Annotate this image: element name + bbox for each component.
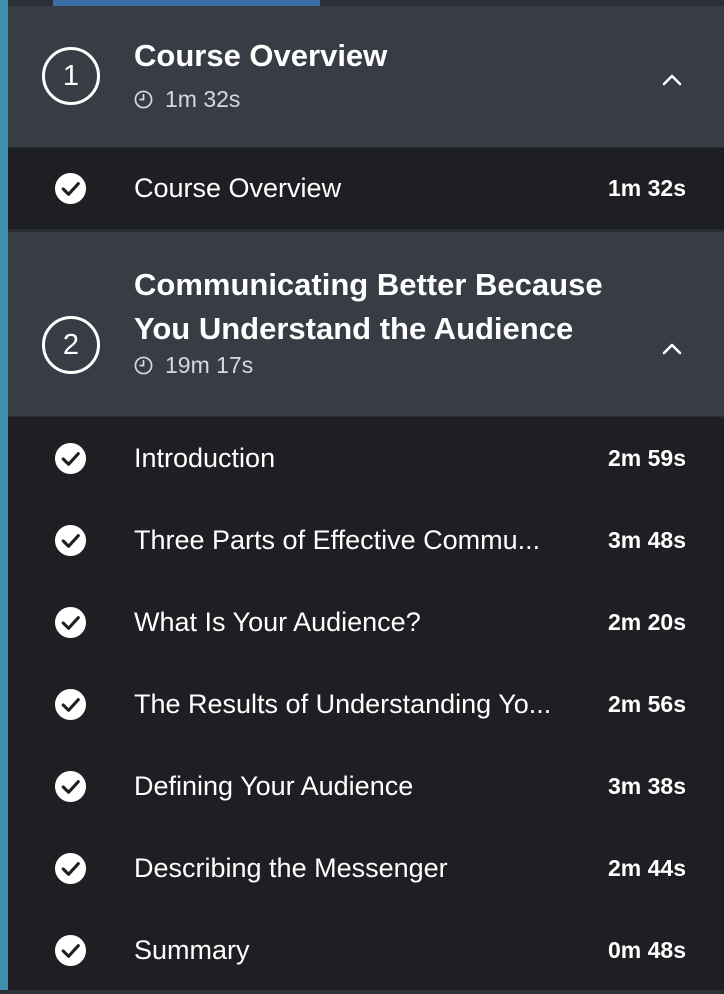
clip-title: Defining Your Audience xyxy=(134,770,414,801)
module-header-1[interactable]: 1 Course Overview 1m 32s xyxy=(8,6,724,148)
module-duration: 1m 32s xyxy=(134,86,240,113)
bottom-divider xyxy=(0,990,724,994)
clip-title: Course Overview xyxy=(134,173,342,203)
module-title: Communicating Better Because You Underst… xyxy=(134,267,603,346)
clip-duration: 2m 44s xyxy=(607,854,686,881)
module-number-badge: 2 xyxy=(42,316,100,374)
check-circle-icon xyxy=(54,172,87,205)
clip-title: Introduction xyxy=(134,442,276,473)
check-circle-icon xyxy=(54,688,87,720)
module-list: 1 Course Overview 1m 32s Course Overview xyxy=(8,6,724,994)
module-header-2[interactable]: 2 Communicating Better Because You Under… xyxy=(8,229,724,417)
list-item[interactable]: What Is Your Audience? 2m 20s xyxy=(8,581,724,663)
left-accent-bar xyxy=(0,0,8,994)
clip-duration: 3m 48s xyxy=(607,526,686,553)
list-item[interactable]: Course Overview 1m 32s xyxy=(8,148,724,229)
clip-title: What Is Your Audience? xyxy=(134,606,421,637)
clip-title: Three Parts of Effective Commu... xyxy=(134,524,541,555)
clock-icon xyxy=(134,90,153,109)
list-item[interactable]: Three Parts of Effective Commu... 3m 48s xyxy=(8,499,724,581)
clip-duration: 2m 59s xyxy=(607,444,686,471)
module-number-badge: 1 xyxy=(42,47,100,105)
check-circle-icon xyxy=(54,770,87,802)
course-sidebar: 1 Course Overview 1m 32s Course Overview xyxy=(0,0,724,994)
clock-icon xyxy=(134,356,153,375)
clip-duration: 1m 32s xyxy=(607,175,686,201)
check-circle-icon xyxy=(54,524,87,556)
check-circle-icon xyxy=(54,442,87,474)
clip-list-module-2: Introduction 2m 59s Three Parts of Effec… xyxy=(8,417,724,991)
chevron-up-icon[interactable] xyxy=(660,337,684,361)
list-item[interactable]: Introduction 2m 59s xyxy=(8,417,724,499)
clip-title: Describing the Messenger xyxy=(134,852,448,883)
check-circle-icon xyxy=(54,852,87,884)
clip-duration: 3m 38s xyxy=(607,772,686,799)
list-item[interactable]: Defining Your Audience 3m 38s xyxy=(8,745,724,827)
check-circle-icon xyxy=(54,606,87,638)
list-item[interactable]: The Results of Understanding Yo... 2m 56… xyxy=(8,663,724,745)
clip-title: Summary xyxy=(134,934,250,965)
clip-duration: 2m 56s xyxy=(607,690,686,717)
list-item[interactable]: Summary 0m 48s xyxy=(8,909,724,991)
module-title: Course Overview xyxy=(134,38,388,73)
clip-title: The Results of Understanding Yo... xyxy=(134,688,552,719)
clip-duration: 2m 20s xyxy=(607,608,686,635)
list-item[interactable]: Describing the Messenger 2m 44s xyxy=(8,827,724,909)
module-duration: 19m 17s xyxy=(134,352,253,379)
module-duration-text: 19m 17s xyxy=(165,352,254,378)
check-circle-icon xyxy=(54,934,87,966)
clip-list-module-1: Course Overview 1m 32s xyxy=(8,148,724,229)
clip-duration: 0m 48s xyxy=(607,936,686,963)
module-duration-text: 1m 32s xyxy=(165,86,241,112)
chevron-up-icon[interactable] xyxy=(660,68,684,92)
